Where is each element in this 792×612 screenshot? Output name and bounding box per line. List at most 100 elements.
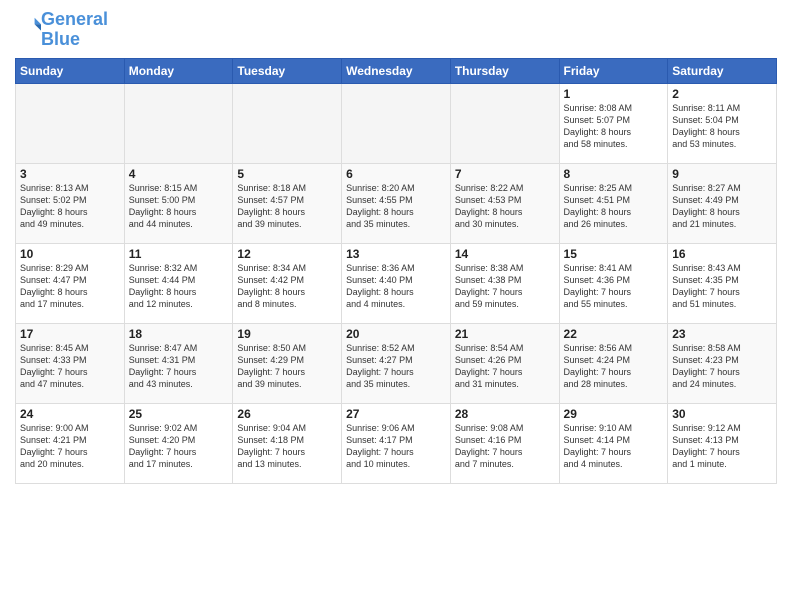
calendar-cell: 29Sunrise: 9:10 AM Sunset: 4:14 PM Dayli… [559,403,668,483]
day-info: Sunrise: 9:02 AM Sunset: 4:20 PM Dayligh… [129,422,229,471]
calendar-cell: 9Sunrise: 8:27 AM Sunset: 4:49 PM Daylig… [668,163,777,243]
calendar-cell: 12Sunrise: 8:34 AM Sunset: 4:42 PM Dayli… [233,243,342,323]
calendar-cell: 14Sunrise: 8:38 AM Sunset: 4:38 PM Dayli… [450,243,559,323]
logo: General Blue [15,10,108,50]
day-number: 8 [564,167,664,181]
calendar-cell: 13Sunrise: 8:36 AM Sunset: 4:40 PM Dayli… [342,243,451,323]
day-number: 26 [237,407,337,421]
calendar-cell: 24Sunrise: 9:00 AM Sunset: 4:21 PM Dayli… [16,403,125,483]
day-info: Sunrise: 8:22 AM Sunset: 4:53 PM Dayligh… [455,182,555,231]
day-info: Sunrise: 8:20 AM Sunset: 4:55 PM Dayligh… [346,182,446,231]
header: General Blue [15,10,777,50]
day-info: Sunrise: 9:12 AM Sunset: 4:13 PM Dayligh… [672,422,772,471]
day-number: 5 [237,167,337,181]
day-number: 3 [20,167,120,181]
calendar-cell: 16Sunrise: 8:43 AM Sunset: 4:35 PM Dayli… [668,243,777,323]
calendar-cell: 3Sunrise: 8:13 AM Sunset: 5:02 PM Daylig… [16,163,125,243]
day-number: 1 [564,87,664,101]
calendar-cell: 21Sunrise: 8:54 AM Sunset: 4:26 PM Dayli… [450,323,559,403]
day-info: Sunrise: 8:18 AM Sunset: 4:57 PM Dayligh… [237,182,337,231]
calendar-cell [233,83,342,163]
day-info: Sunrise: 9:00 AM Sunset: 4:21 PM Dayligh… [20,422,120,471]
day-info: Sunrise: 8:45 AM Sunset: 4:33 PM Dayligh… [20,342,120,391]
day-info: Sunrise: 8:27 AM Sunset: 4:49 PM Dayligh… [672,182,772,231]
day-number: 23 [672,327,772,341]
calendar: SundayMondayTuesdayWednesdayThursdayFrid… [15,58,777,484]
day-info: Sunrise: 9:04 AM Sunset: 4:18 PM Dayligh… [237,422,337,471]
day-number: 10 [20,247,120,261]
day-info: Sunrise: 8:58 AM Sunset: 4:23 PM Dayligh… [672,342,772,391]
calendar-cell: 4Sunrise: 8:15 AM Sunset: 5:00 PM Daylig… [124,163,233,243]
calendar-cell [342,83,451,163]
day-header-tuesday: Tuesday [233,58,342,83]
day-header-saturday: Saturday [668,58,777,83]
calendar-cell: 8Sunrise: 8:25 AM Sunset: 4:51 PM Daylig… [559,163,668,243]
day-info: Sunrise: 8:47 AM Sunset: 4:31 PM Dayligh… [129,342,229,391]
calendar-cell: 26Sunrise: 9:04 AM Sunset: 4:18 PM Dayli… [233,403,342,483]
day-number: 7 [455,167,555,181]
calendar-cell [124,83,233,163]
day-info: Sunrise: 8:36 AM Sunset: 4:40 PM Dayligh… [346,262,446,311]
calendar-cell: 20Sunrise: 8:52 AM Sunset: 4:27 PM Dayli… [342,323,451,403]
day-number: 20 [346,327,446,341]
day-info: Sunrise: 9:10 AM Sunset: 4:14 PM Dayligh… [564,422,664,471]
calendar-cell: 22Sunrise: 8:56 AM Sunset: 4:24 PM Dayli… [559,323,668,403]
day-number: 12 [237,247,337,261]
day-number: 24 [20,407,120,421]
calendar-cell: 6Sunrise: 8:20 AM Sunset: 4:55 PM Daylig… [342,163,451,243]
day-number: 19 [237,327,337,341]
day-number: 17 [20,327,120,341]
calendar-cell: 25Sunrise: 9:02 AM Sunset: 4:20 PM Dayli… [124,403,233,483]
calendar-week-2: 10Sunrise: 8:29 AM Sunset: 4:47 PM Dayli… [16,243,777,323]
day-header-wednesday: Wednesday [342,58,451,83]
day-number: 4 [129,167,229,181]
calendar-cell: 1Sunrise: 8:08 AM Sunset: 5:07 PM Daylig… [559,83,668,163]
logo-icon [17,13,41,37]
calendar-week-0: 1Sunrise: 8:08 AM Sunset: 5:07 PM Daylig… [16,83,777,163]
day-info: Sunrise: 8:43 AM Sunset: 4:35 PM Dayligh… [672,262,772,311]
day-number: 9 [672,167,772,181]
page: General Blue SundayMondayTuesdayWednesda… [0,0,792,612]
logo-text: General Blue [41,10,108,50]
day-number: 28 [455,407,555,421]
day-info: Sunrise: 8:15 AM Sunset: 5:00 PM Dayligh… [129,182,229,231]
day-info: Sunrise: 9:06 AM Sunset: 4:17 PM Dayligh… [346,422,446,471]
calendar-cell: 17Sunrise: 8:45 AM Sunset: 4:33 PM Dayli… [16,323,125,403]
day-info: Sunrise: 8:41 AM Sunset: 4:36 PM Dayligh… [564,262,664,311]
day-info: Sunrise: 9:08 AM Sunset: 4:16 PM Dayligh… [455,422,555,471]
day-number: 2 [672,87,772,101]
day-info: Sunrise: 8:38 AM Sunset: 4:38 PM Dayligh… [455,262,555,311]
day-number: 25 [129,407,229,421]
day-info: Sunrise: 8:11 AM Sunset: 5:04 PM Dayligh… [672,102,772,151]
calendar-cell: 10Sunrise: 8:29 AM Sunset: 4:47 PM Dayli… [16,243,125,323]
day-number: 18 [129,327,229,341]
calendar-cell: 7Sunrise: 8:22 AM Sunset: 4:53 PM Daylig… [450,163,559,243]
calendar-week-3: 17Sunrise: 8:45 AM Sunset: 4:33 PM Dayli… [16,323,777,403]
day-number: 16 [672,247,772,261]
calendar-cell: 15Sunrise: 8:41 AM Sunset: 4:36 PM Dayli… [559,243,668,323]
calendar-cell: 23Sunrise: 8:58 AM Sunset: 4:23 PM Dayli… [668,323,777,403]
day-header-thursday: Thursday [450,58,559,83]
day-number: 30 [672,407,772,421]
day-number: 27 [346,407,446,421]
calendar-week-1: 3Sunrise: 8:13 AM Sunset: 5:02 PM Daylig… [16,163,777,243]
day-info: Sunrise: 8:52 AM Sunset: 4:27 PM Dayligh… [346,342,446,391]
calendar-cell [16,83,125,163]
calendar-cell: 28Sunrise: 9:08 AM Sunset: 4:16 PM Dayli… [450,403,559,483]
day-info: Sunrise: 8:54 AM Sunset: 4:26 PM Dayligh… [455,342,555,391]
calendar-cell: 11Sunrise: 8:32 AM Sunset: 4:44 PM Dayli… [124,243,233,323]
calendar-cell: 18Sunrise: 8:47 AM Sunset: 4:31 PM Dayli… [124,323,233,403]
day-number: 14 [455,247,555,261]
calendar-cell: 27Sunrise: 9:06 AM Sunset: 4:17 PM Dayli… [342,403,451,483]
calendar-cell: 5Sunrise: 8:18 AM Sunset: 4:57 PM Daylig… [233,163,342,243]
calendar-cell: 30Sunrise: 9:12 AM Sunset: 4:13 PM Dayli… [668,403,777,483]
calendar-week-4: 24Sunrise: 9:00 AM Sunset: 4:21 PM Dayli… [16,403,777,483]
calendar-cell: 19Sunrise: 8:50 AM Sunset: 4:29 PM Dayli… [233,323,342,403]
day-number: 22 [564,327,664,341]
day-number: 11 [129,247,229,261]
day-number: 15 [564,247,664,261]
day-header-friday: Friday [559,58,668,83]
day-header-monday: Monday [124,58,233,83]
day-info: Sunrise: 8:08 AM Sunset: 5:07 PM Dayligh… [564,102,664,151]
day-number: 6 [346,167,446,181]
